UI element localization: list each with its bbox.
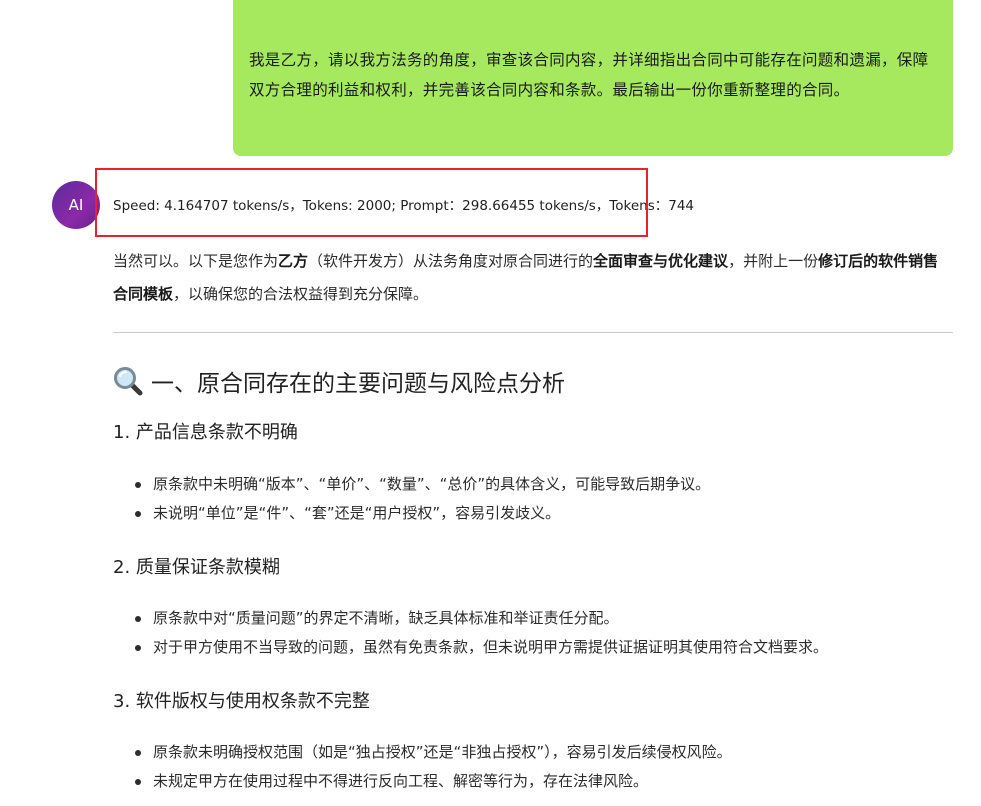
intro-text-3: ，并附上一份 xyxy=(728,252,819,270)
list-item: 原条款中未明确“版本”、“单价”、“数量”、“总价”的具体含义，可能导致后期争议… xyxy=(113,470,953,499)
generation-stats: Speed: 4.164707 tokens/s，Tokens: 2000; P… xyxy=(113,198,695,214)
user-message-bubble: 我是乙方，请以我方法务的角度，审查该合同内容，并详细指出合同中可能存在问题和遗漏… xyxy=(233,0,953,156)
subsection-list-2: 原条款中对“质量问题”的界定不清晰，缺乏具体标准和举证责任分配。 对于甲方使用不… xyxy=(113,604,953,662)
user-message-text: 我是乙方，请以我方法务的角度，审查该合同内容，并详细指出合同中可能存在问题和遗漏… xyxy=(249,51,929,99)
section-heading: 一、原合同存在的主要问题与风险点分析 xyxy=(113,361,953,401)
list-item: 对于甲方使用不当导致的问题，虽然有免责条款，但未说明甲方需提供证据证明其使用符合… xyxy=(113,633,953,662)
subsection-heading-3: 3. 软件版权与使用权条款不完整 xyxy=(113,691,370,712)
subsection-list-1: 原条款中未明确“版本”、“单价”、“数量”、“总价”的具体含义，可能导致后期争议… xyxy=(113,470,953,528)
section-heading-text: 一、原合同存在的主要问题与风险点分析 xyxy=(151,371,565,397)
section-divider xyxy=(113,332,953,333)
intro-text-4: ，以确保您的合法权益得到充分保障。 xyxy=(173,285,429,303)
intro-bold-1: 乙方 xyxy=(278,252,309,270)
intro-text-2: （软件开发方）从法务角度对原合同进行的 xyxy=(308,252,594,270)
subsection-heading-1: 1. 产品信息条款不明确 xyxy=(113,422,298,443)
subsection-list-3: 原条款未明确授权范围（如是“独占授权”还是“非独占授权”），容易引发后续侵权风险… xyxy=(113,738,953,796)
intro-text-1: 当然可以。以下是您作为 xyxy=(113,252,279,270)
chat-page: 我是乙方，请以我方法务的角度，审查该合同内容，并详细指出合同中可能存在问题和遗漏… xyxy=(0,0,981,806)
intro-bold-2: 全面审查与优化建议 xyxy=(593,252,729,270)
list-item: 原条款中对“质量问题”的界定不清晰，缺乏具体标准和举证责任分配。 xyxy=(113,604,953,633)
list-item: 未说明“单位”是“件”、“套”还是“用户授权”，容易引发歧义。 xyxy=(113,499,953,528)
answer-intro: 当然可以。以下是您作为乙方（软件开发方）从法务角度对原合同进行的全面审查与优化建… xyxy=(113,245,953,311)
assistant-answer: 当然可以。以下是您作为乙方（软件开发方）从法务角度对原合同进行的全面审查与优化建… xyxy=(113,245,953,796)
subsection-heading-2: 2. 质量保证条款模糊 xyxy=(113,557,280,578)
avatar-label: AI xyxy=(68,196,84,214)
list-item: 原条款未明确授权范围（如是“独占授权”还是“非独占授权”），容易引发后续侵权风险… xyxy=(113,738,953,767)
list-item: 未规定甲方在使用过程中不得进行反向工程、解密等行为，存在法律风险。 xyxy=(113,767,953,796)
magnifying-glass-icon xyxy=(113,366,143,396)
assistant-avatar: AI xyxy=(52,181,100,229)
